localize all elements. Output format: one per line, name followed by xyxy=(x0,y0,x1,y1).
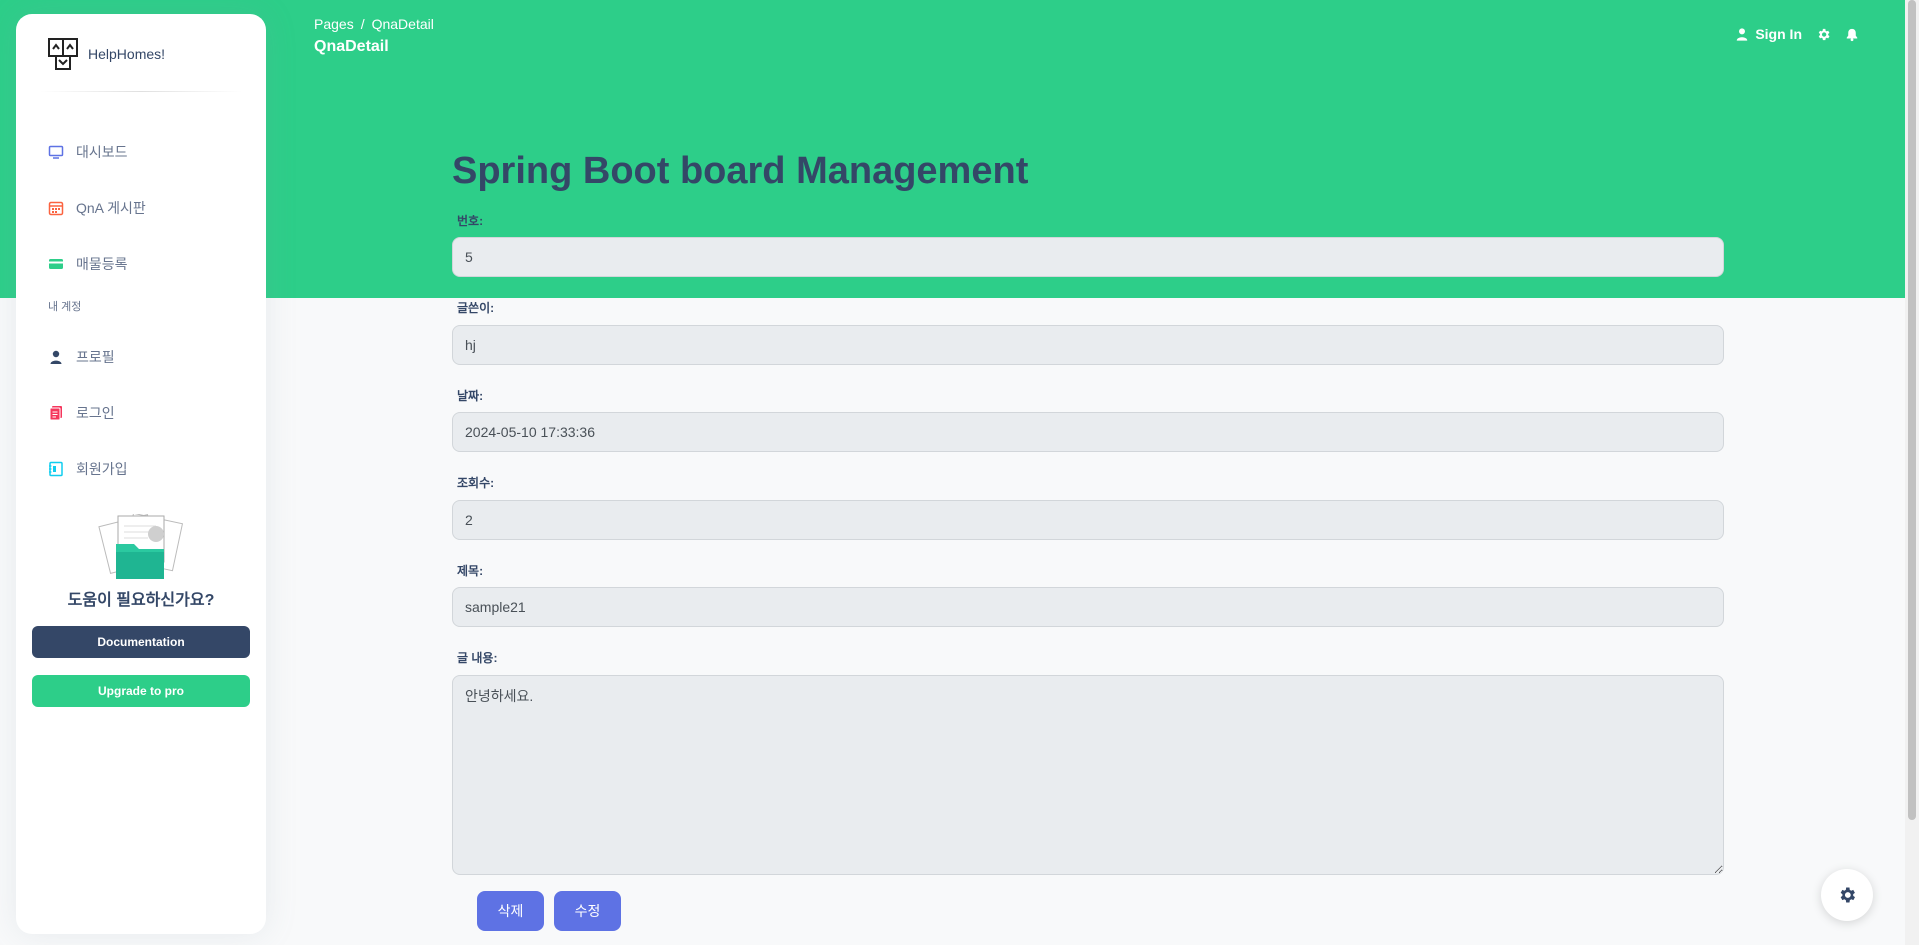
monitor-icon xyxy=(48,145,64,159)
edit-button[interactable]: 수정 xyxy=(554,891,621,931)
number-label: 번호: xyxy=(457,214,484,228)
brand-name: HelpHomes! xyxy=(88,46,166,62)
sidebar-section-label: 내 계정 xyxy=(48,301,82,313)
sidebar-item-label: 프로필 xyxy=(76,349,115,365)
breadcrumb: Pages / QnaDetail xyxy=(314,16,434,32)
document-icon xyxy=(49,406,62,421)
sidebar-item-login[interactable]: 로그인 xyxy=(48,403,115,423)
date-label: 날짜: xyxy=(457,389,484,403)
brand[interactable]: HelpHomes! xyxy=(48,38,165,70)
sign-in-link[interactable]: Sign In xyxy=(1735,26,1802,42)
sidebar-item-dashboard[interactable]: 대시보드 xyxy=(48,142,128,162)
documentation-button[interactable]: Documentation xyxy=(32,626,250,658)
page-title: QnaDetail xyxy=(314,38,389,55)
sidebar-item-profile[interactable]: 프로필 xyxy=(48,347,115,367)
top-actions: Sign In xyxy=(1735,26,1859,42)
breadcrumb-separator: / xyxy=(360,16,365,32)
folder-illustration-icon xyxy=(98,514,184,579)
calendar-icon xyxy=(48,201,64,216)
scrollbar-thumb[interactable] xyxy=(1908,0,1916,820)
sidebar-item-label: 대시보드 xyxy=(76,144,128,160)
sidebar-item-label: 회원가입 xyxy=(76,461,128,477)
sign-in-label: Sign In xyxy=(1755,26,1802,42)
breadcrumb-current: QnaDetail xyxy=(371,16,434,32)
views-field[interactable]: 2 xyxy=(452,500,1724,540)
help-title: 도움이 필요하신가요? xyxy=(67,592,215,609)
views-label: 조회수: xyxy=(457,476,495,490)
user-icon xyxy=(1737,28,1748,41)
board-title: Spring Boot board Management xyxy=(452,150,1029,192)
bell-icon[interactable] xyxy=(1845,27,1859,42)
sidebar-item-qna[interactable]: QnA 게시판 xyxy=(48,198,146,218)
number-field[interactable]: 5 xyxy=(452,237,1724,277)
writer-field[interactable]: hj xyxy=(452,325,1724,365)
gear-icon[interactable] xyxy=(1816,27,1831,42)
delete-button[interactable]: 삭제 xyxy=(477,891,544,931)
content-textarea[interactable]: 안녕하세요. xyxy=(452,675,1724,875)
logo-icon xyxy=(48,38,78,70)
breadcrumb-root[interactable]: Pages xyxy=(314,16,354,32)
user-icon xyxy=(50,350,62,364)
subject-field[interactable]: sample21 xyxy=(452,587,1724,627)
credit-card-icon xyxy=(49,259,63,269)
configurator-button[interactable] xyxy=(1821,869,1873,921)
gear-icon xyxy=(1840,887,1855,903)
content-label: 글 내용: xyxy=(457,651,498,665)
subject-label: 제목: xyxy=(457,564,484,578)
sidebar: HelpHomes! 대시보드 QnA 게시판 매물등록 내 계정 프로필 로그… xyxy=(16,14,266,934)
writer-label: 글쓴이: xyxy=(457,301,495,315)
sidebar-item-label: 매물등록 xyxy=(76,256,128,272)
sidebar-item-label: QnA 게시판 xyxy=(76,200,146,216)
sidebar-item-signup[interactable]: 회원가입 xyxy=(48,459,128,479)
page-scrollbar[interactable] xyxy=(1905,0,1919,945)
divider xyxy=(40,91,242,92)
sidebar-item-listing[interactable]: 매물등록 xyxy=(48,254,128,274)
collection-icon xyxy=(49,461,63,477)
upgrade-button[interactable]: Upgrade to pro xyxy=(32,675,250,707)
date-field[interactable]: 2024-05-10 17:33:36 xyxy=(452,412,1724,452)
sidebar-item-label: 로그인 xyxy=(76,405,115,421)
